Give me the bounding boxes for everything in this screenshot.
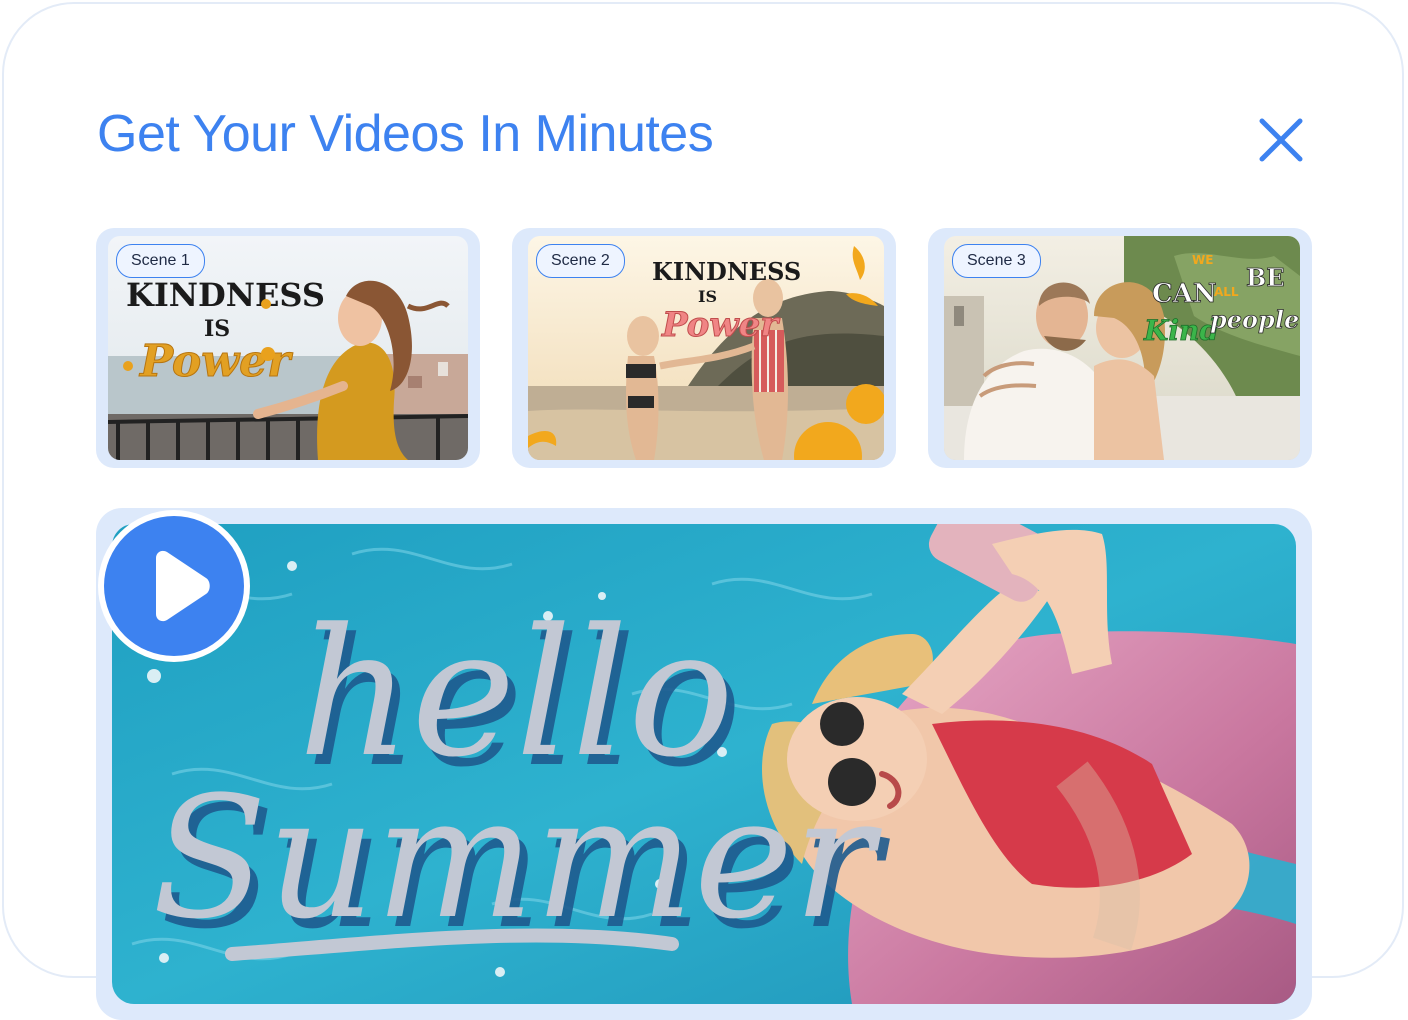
- video-frame: hello hello Summer Summer: [112, 524, 1296, 1004]
- scene-3-word-5: Kind: [1143, 314, 1219, 347]
- video-preview[interactable]: hello hello Summer Summer: [96, 508, 1312, 1020]
- scene-3-word-1: WE: [1192, 253, 1213, 267]
- page-title: Get Your Videos In Minutes: [97, 105, 714, 163]
- scene-1-word-1: KINDNESS: [126, 276, 325, 314]
- scene-2-word-2: IS: [698, 287, 717, 306]
- scene-card-2[interactable]: KINDNESS IS Power Scene 2: [512, 228, 896, 468]
- scene-2-word-3: Power: [661, 305, 780, 345]
- scene-3-word-2: CAN: [1152, 279, 1217, 309]
- scene-3-label: Scene 3: [952, 244, 1041, 278]
- scene-3-word-6: people: [1210, 305, 1299, 334]
- preview-lettering: hello hello Summer Summer: [152, 591, 890, 966]
- scene-card-3[interactable]: WE CAN ALL BE Kind people Scene 3: [928, 228, 1312, 468]
- play-button[interactable]: [96, 508, 252, 664]
- scene-2-word-1: KINDNESS: [652, 257, 801, 286]
- preview-word-2: Summer: [152, 760, 882, 956]
- scene-1-word-3: Power: [138, 336, 293, 387]
- scene-card-1[interactable]: KINDNESS IS Power Scene 1: [96, 228, 480, 468]
- scene-3-word-4: BE: [1246, 263, 1285, 292]
- scene-1-label: Scene 1: [116, 244, 205, 278]
- close-icon[interactable]: [1254, 113, 1308, 167]
- scene-3-word-3: ALL: [1214, 285, 1239, 299]
- scene-2-label: Scene 2: [536, 244, 625, 278]
